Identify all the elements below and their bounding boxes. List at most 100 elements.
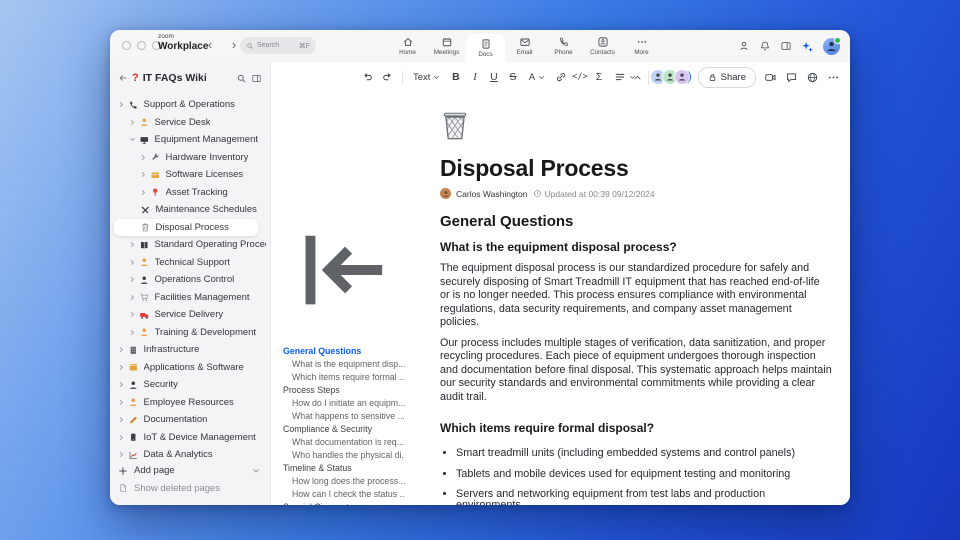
sidebar-item-support-operations[interactable]: Support & Operations: [114, 96, 266, 114]
outline-item-what-is-the-equipment-disp[interactable]: What is the equipment disp...: [283, 358, 405, 371]
chevron-right-icon[interactable]: [129, 259, 136, 266]
chevron-right-icon[interactable]: [129, 329, 136, 336]
heading-general-questions[interactable]: General Questions: [440, 213, 832, 231]
heading-which-items-require-formal-dis[interactable]: Which items require formal disposal?: [440, 421, 832, 436]
minimize-window-button[interactable]: [137, 41, 146, 50]
paragraph-the-equipment-disposal-process[interactable]: The equipment disposal process is our st…: [440, 262, 832, 330]
text-style-dropdown[interactable]: Text: [408, 68, 445, 86]
sidebar-item-iot-device-management[interactable]: IoT & Device Management: [114, 429, 266, 447]
side-panel-icon[interactable]: [780, 40, 792, 52]
chevron-right-icon[interactable]: [140, 171, 147, 178]
chevron-right-icon[interactable]: [129, 241, 136, 248]
more-options-icon[interactable]: [827, 71, 840, 84]
notifications-bell-icon[interactable]: [759, 40, 771, 52]
global-search-input[interactable]: Search ⌘F: [240, 37, 316, 54]
redo-button[interactable]: [378, 68, 395, 86]
share-button[interactable]: Share: [697, 66, 756, 88]
code-button[interactable]: </>: [571, 68, 588, 86]
sidebar-item-service-desk[interactable]: Service Desk: [114, 114, 266, 132]
chevron-right-icon[interactable]: [118, 434, 125, 441]
chevron-right-icon[interactable]: [118, 381, 125, 388]
bullet-item[interactable]: Smart treadmill units (including embedde…: [456, 448, 832, 459]
outline-item-who-handles-the-physical-di[interactable]: Who handles the physical di...: [283, 449, 405, 462]
tab-meetings[interactable]: Meetings: [427, 30, 466, 62]
nav-back-icon[interactable]: ‹: [204, 37, 216, 53]
tab-email[interactable]: Email: [505, 30, 544, 62]
heading-what-is-the-equipment-disposal[interactable]: What is the equipment disposal process?: [440, 240, 832, 255]
page-title[interactable]: Disposal Process: [440, 155, 832, 181]
sidebar-item-security[interactable]: Security: [114, 376, 266, 394]
collaborator-avatar-3[interactable]: [673, 69, 690, 85]
chevron-right-icon[interactable]: [118, 364, 125, 371]
sidebar-item-hardware-inventory[interactable]: Hardware Inventory: [114, 149, 266, 167]
chevron-right-icon[interactable]: [140, 154, 147, 161]
wastebasket-emoji-icon[interactable]: [440, 108, 470, 142]
chevron-right-icon[interactable]: [129, 119, 136, 126]
tab-home[interactable]: Home: [388, 30, 427, 62]
outline-section-compliance-security[interactable]: Compliance & Security: [283, 423, 405, 436]
tab-phone[interactable]: Phone: [544, 30, 583, 62]
close-window-button[interactable]: [122, 41, 131, 50]
text-color-dropdown[interactable]: A: [523, 68, 550, 86]
sidebar-item-operations-control[interactable]: Operations Control: [114, 271, 266, 289]
outline-item-how-do-i-initiate-an-equipm[interactable]: How do I initiate an equipm...: [283, 397, 405, 410]
bold-button[interactable]: B: [447, 68, 464, 86]
sidebar-item-software-licenses[interactable]: Software Licenses: [114, 166, 266, 184]
outline-item-which-items-require-formal[interactable]: Which items require formal ...: [283, 371, 405, 384]
tab-contacts[interactable]: Contacts: [583, 30, 622, 62]
sidebar-item-facilities-management[interactable]: Facilities Management: [114, 289, 266, 307]
show-deleted-pages-button[interactable]: Show deleted pages: [114, 480, 266, 498]
sidebar-search-icon[interactable]: [236, 73, 247, 84]
chevron-right-icon[interactable]: [118, 416, 125, 423]
outline-item-how-long-does-the-process[interactable]: How long does the process ...: [283, 475, 405, 488]
add-page-button[interactable]: Add page: [114, 462, 266, 480]
underline-button[interactable]: U: [485, 68, 502, 86]
outline-item-what-documentation-is-req[interactable]: What documentation is req...: [283, 436, 405, 449]
document-scroll-area[interactable]: General Questions What is the equipment d…: [271, 92, 850, 505]
nav-forward-icon[interactable]: ›: [228, 37, 240, 53]
paragraph-our-process-includes-multiple-[interactable]: Our process includes multiple stages of …: [440, 337, 832, 405]
chevron-right-icon[interactable]: [140, 189, 147, 196]
bullet-item[interactable]: Tablets and mobile devices used for equi…: [456, 468, 832, 480]
sidebar-item-documentation[interactable]: Documentation: [114, 411, 266, 429]
formula-button[interactable]: Σ: [590, 68, 607, 86]
sidebar-item-standard-operating-procedures[interactable]: Standard Operating Procedures: [114, 236, 266, 254]
ai-companion-sparkle-icon[interactable]: [801, 40, 814, 53]
tab-docs[interactable]: Docs: [466, 34, 505, 62]
chevron-right-icon[interactable]: [129, 276, 136, 283]
sidebar-item-service-delivery[interactable]: Service Delivery: [114, 306, 266, 324]
chevron-right-icon[interactable]: [129, 311, 136, 318]
chevron-right-icon[interactable]: [129, 294, 136, 301]
chevron-right-icon[interactable]: [118, 399, 125, 406]
sidebar-item-technical-support[interactable]: Technical Support: [114, 254, 266, 272]
bullet-item[interactable]: Servers and networking equipment from te…: [456, 489, 832, 506]
outline-section-timeline-status[interactable]: Timeline & Status: [283, 462, 405, 475]
sidebar-item-asset-tracking[interactable]: Asset Tracking: [114, 184, 266, 202]
video-meeting-icon[interactable]: [764, 71, 777, 84]
sidebar-item-applications-software[interactable]: Applications & Software: [114, 359, 266, 377]
tab-more[interactable]: More: [622, 30, 661, 62]
chat-icon[interactable]: [785, 71, 798, 84]
outline-section-process-steps[interactable]: Process Steps: [283, 384, 405, 397]
user-avatar[interactable]: [823, 36, 841, 55]
globe-icon[interactable]: [806, 71, 819, 84]
profile-icon[interactable]: [738, 40, 750, 52]
sidebar-item-infrastructure[interactable]: Infrastructure: [114, 341, 266, 359]
chevron-right-icon[interactable]: [118, 101, 125, 108]
link-button[interactable]: [552, 68, 569, 86]
sidebar-item-data-analytics[interactable]: Data & Analytics: [114, 446, 266, 462]
chevron-down-icon[interactable]: [129, 136, 136, 143]
strikethrough-button[interactable]: S: [504, 68, 521, 86]
sidebar-item-disposal-process[interactable]: Disposal Process: [114, 218, 258, 236]
collapse-outline-icon[interactable]: [283, 195, 405, 345]
sidebar-item-maintenance-schedules[interactable]: Maintenance Schedules: [114, 201, 266, 219]
sidebar-toggle-icon[interactable]: [251, 73, 262, 84]
chevron-down-icon[interactable]: [252, 467, 260, 475]
outline-section-general-questions[interactable]: General Questions: [283, 345, 405, 358]
back-icon[interactable]: [118, 73, 128, 83]
chevron-right-icon[interactable]: [118, 451, 125, 458]
chevron-right-icon[interactable]: [118, 346, 125, 353]
italic-button[interactable]: I: [466, 68, 483, 86]
sidebar-item-employee-resources[interactable]: Employee Resources: [114, 394, 266, 412]
sidebar-item-equipment-management[interactable]: Equipment Management: [114, 131, 266, 149]
